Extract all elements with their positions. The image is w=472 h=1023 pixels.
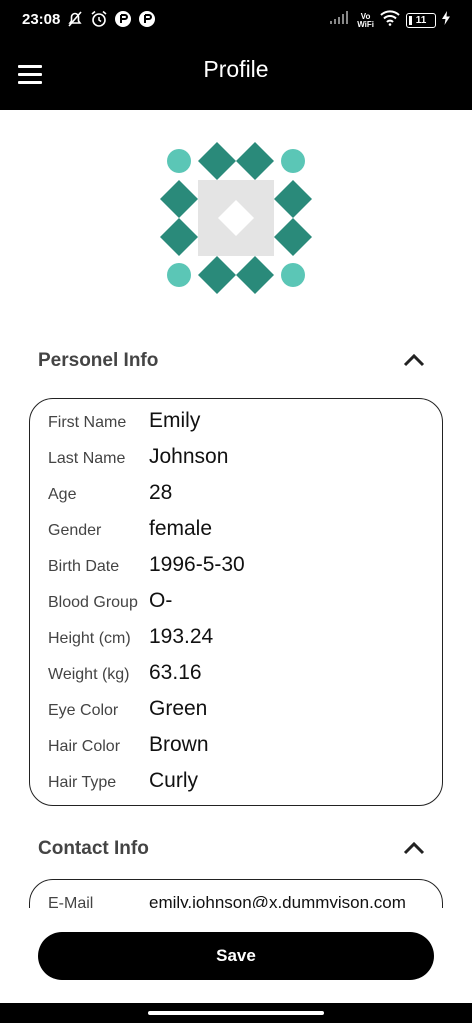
info-value: Emily bbox=[149, 409, 201, 432]
info-row-blood-group: Blood Group O- bbox=[48, 583, 432, 619]
save-button[interactable]: Save bbox=[38, 932, 434, 980]
info-row-email: E-Mail emily.johnson@x.dummyjson.com bbox=[48, 884, 432, 908]
info-value: Brown bbox=[149, 733, 209, 756]
home-gesture-handle[interactable] bbox=[148, 1011, 324, 1015]
info-label: Gender bbox=[48, 522, 102, 539]
muted-notification-icon bbox=[66, 10, 84, 28]
info-label: First Name bbox=[48, 414, 127, 431]
personal-info-header[interactable]: Personel Info bbox=[0, 340, 472, 380]
info-row-hair-color: Hair Color Brown bbox=[48, 727, 432, 763]
info-value: Johnson bbox=[149, 445, 229, 468]
info-value: emily.johnson@x.dummyjson.com bbox=[149, 893, 406, 908]
page-title: Profile bbox=[203, 56, 269, 82]
chevron-up-icon[interactable] bbox=[402, 838, 426, 858]
status-right-icons: Vo WiFi 11 bbox=[329, 10, 450, 31]
info-value: Green bbox=[149, 697, 208, 720]
contact-info-card: E-Mail emily.johnson@x.dummyjson.com bbox=[29, 879, 443, 908]
wifi-icon bbox=[380, 10, 400, 31]
info-label: Eye Color bbox=[48, 702, 119, 719]
status-time: 23:08 bbox=[22, 11, 61, 28]
personal-info-card: First Name Emily Last Name Johnson Age 2… bbox=[29, 398, 443, 806]
info-row-eye-color: Eye Color Green bbox=[48, 691, 432, 727]
info-label: Last Name bbox=[48, 450, 126, 467]
info-value: 1996-5-30 bbox=[149, 553, 245, 576]
info-label: Birth Date bbox=[48, 558, 120, 575]
info-row-first-name: First Name Emily bbox=[48, 403, 432, 439]
section-title: Personel Info bbox=[38, 350, 159, 371]
info-value: O- bbox=[149, 589, 173, 612]
info-value: female bbox=[149, 517, 213, 540]
battery-icon: 11 bbox=[406, 13, 436, 28]
info-label: E-Mail bbox=[48, 895, 94, 908]
cellular-signal-icon bbox=[329, 11, 351, 30]
contact-info-header[interactable]: Contact Info bbox=[0, 828, 472, 868]
vowifi-icon: Vo WiFi bbox=[357, 11, 374, 29]
info-row-height: Height (cm) 193.24 bbox=[48, 619, 432, 655]
info-row-birth-date: Birth Date 1996-5-30 bbox=[48, 547, 432, 583]
info-label: Height (cm) bbox=[48, 630, 131, 647]
info-row-gender: Gender female bbox=[48, 511, 432, 547]
info-value: 193.24 bbox=[149, 625, 214, 648]
chevron-up-icon[interactable] bbox=[402, 350, 426, 370]
charging-icon bbox=[442, 11, 450, 30]
info-value: 63.16 bbox=[149, 661, 202, 684]
info-label: Age bbox=[48, 486, 77, 503]
status-left-icons bbox=[66, 10, 156, 28]
system-nav-bar bbox=[0, 1003, 472, 1023]
section-title: Contact Info bbox=[38, 838, 149, 859]
info-value: Curly bbox=[149, 769, 199, 792]
info-label: Blood Group bbox=[48, 594, 138, 611]
info-label: Hair Type bbox=[48, 774, 117, 791]
avatar bbox=[160, 142, 312, 294]
info-row-hair-type: Hair Type Curly bbox=[48, 763, 432, 799]
app-badge-icon bbox=[138, 10, 156, 28]
info-label: Hair Color bbox=[48, 738, 121, 755]
info-row-age: Age 28 bbox=[48, 475, 432, 511]
alarm-icon bbox=[90, 10, 108, 28]
app-bar: Profile bbox=[0, 40, 472, 110]
info-value: 28 bbox=[149, 481, 173, 504]
info-row-last-name: Last Name Johnson bbox=[48, 439, 432, 475]
app-badge-icon bbox=[114, 10, 132, 28]
status-bar: 23:08 Vo WiFi 11 bbox=[0, 0, 472, 40]
info-row-weight: Weight (kg) 63.16 bbox=[48, 655, 432, 691]
info-label: Weight (kg) bbox=[48, 666, 130, 683]
